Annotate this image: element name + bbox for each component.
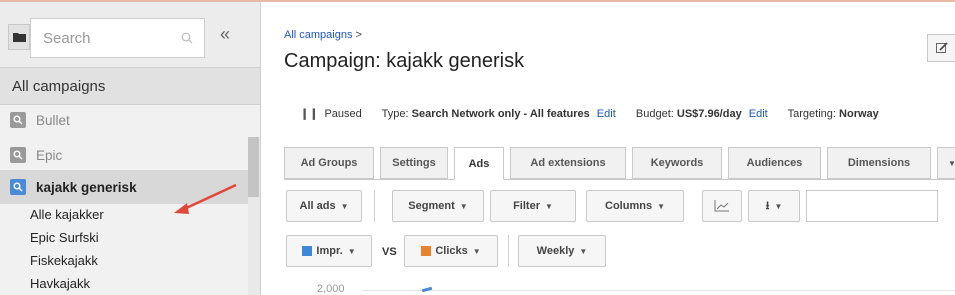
filter-dropdown[interactable]: Filter ▼ — [490, 190, 576, 222]
chart-y-tick: 2,000 — [317, 283, 345, 295]
search-icon[interactable] — [181, 31, 193, 49]
type-value: Search Network only - All features — [411, 108, 590, 120]
chevron-down-icon: ▼ — [774, 201, 783, 211]
all-ads-label: All ads — [299, 200, 336, 212]
page-title: Campaign: kajakk generisk — [284, 50, 524, 73]
campaign-label: kajakk generisk — [36, 179, 137, 195]
tab-settings[interactable]: Settings — [380, 147, 448, 179]
annotation-arrow-icon — [174, 183, 237, 214]
metric1-dropdown[interactable]: Impr. ▼ — [286, 235, 372, 267]
period-label: Weekly — [536, 245, 575, 257]
campaign-item-bullet[interactable]: Bullet — [0, 103, 248, 137]
breadcrumb: All campaigns > — [284, 29, 362, 41]
sidebar: « All campaigns Bullet Epic kajakk gener… — [0, 2, 261, 295]
vs-label: VS — [382, 246, 397, 258]
campaign-search-box[interactable] — [30, 18, 205, 58]
tab-audiences[interactable]: Audiences — [728, 147, 821, 179]
status-text[interactable]: Paused — [324, 108, 361, 120]
budget-edit-link[interactable]: Edit — [749, 108, 768, 120]
search-campaign-icon — [10, 147, 26, 163]
chevron-down-icon: ▼ — [579, 246, 588, 256]
campaign-item-epic[interactable]: Epic — [0, 138, 248, 172]
tab-ads[interactable]: Ads — [454, 147, 504, 180]
chevron-down-icon: ▼ — [347, 246, 356, 256]
metric2-dropdown[interactable]: Clicks ▼ — [404, 235, 498, 267]
segment-dropdown[interactable]: Segment ▼ — [392, 190, 484, 222]
tab-ad-groups[interactable]: Ad Groups — [284, 147, 374, 179]
ad-group-item[interactable]: Fiskekajakk — [30, 253, 98, 268]
tab-dimensions[interactable]: Dimensions — [827, 147, 931, 179]
tab-keywords[interactable]: Keywords — [632, 147, 722, 179]
download-icon: ⭳ — [765, 199, 770, 212]
tab-bar: Ad Groups Settings Ads Ad extensions Key… — [284, 147, 955, 180]
sidebar-header: « — [0, 2, 260, 67]
ad-group-item[interactable]: Epic Surfski — [30, 230, 99, 245]
search-campaign-icon — [10, 112, 26, 128]
pencil-icon — [936, 42, 948, 53]
tab-ad-extensions[interactable]: Ad extensions — [510, 147, 626, 179]
metric1-label: Impr. — [316, 245, 343, 257]
chevron-down-icon: ▼ — [544, 201, 553, 211]
period-dropdown[interactable]: Weekly ▼ — [518, 235, 606, 267]
ad-group-item[interactable]: Havkajakk — [30, 276, 90, 291]
more-tabs-button[interactable]: ▼ — [937, 147, 955, 179]
metric1-color-swatch — [302, 246, 313, 256]
type-label: Type: — [381, 108, 409, 120]
page-title-prefix: Campaign: — [284, 50, 381, 72]
all-ads-dropdown[interactable]: All ads ▼ — [286, 190, 362, 222]
chevron-down-icon: ▼ — [948, 158, 955, 168]
download-dropdown[interactable]: ⭳ ▼ — [748, 190, 800, 222]
columns-dropdown[interactable]: Columns ▼ — [586, 190, 684, 222]
breadcrumb-link-all-campaigns[interactable]: All campaigns — [284, 29, 352, 41]
folder-icon[interactable] — [8, 24, 30, 50]
collapse-sidebar-button[interactable]: « — [220, 24, 230, 45]
edit-campaign-button[interactable] — [927, 34, 955, 62]
budget-label: Budget: — [635, 108, 674, 120]
metric2-label: Clicks — [435, 245, 468, 257]
breadcrumb-separator: > — [355, 29, 362, 41]
campaign-info-bar: ❙❙ Paused Type: Search Network only - All… — [300, 107, 879, 120]
chart-gridline — [362, 290, 955, 291]
toolbar-divider — [508, 235, 509, 267]
budget-value: US$7.96/day — [676, 108, 742, 120]
campaign-search-input[interactable] — [43, 27, 163, 49]
targeting-value: Norway — [839, 108, 879, 120]
targeting-label: Targeting: — [787, 108, 836, 120]
ad-group-item[interactable]: Alle kajakker — [30, 207, 104, 222]
columns-label: Columns — [605, 200, 653, 212]
all-campaigns-item[interactable]: All campaigns — [0, 67, 260, 105]
campaign-label: Epic — [36, 147, 63, 163]
sidebar-scrollbar-thumb[interactable] — [248, 137, 259, 197]
chart-series-line — [421, 286, 433, 293]
chevron-down-icon: ▼ — [340, 201, 349, 211]
page-title-campaign-name: kajakk generisk — [386, 50, 525, 72]
paused-icon[interactable]: ❙❙ — [300, 108, 318, 120]
metric2-color-swatch — [421, 246, 432, 256]
chevron-down-icon: ▼ — [459, 201, 468, 211]
main-content: All campaigns > Campaign: kajakk generis… — [262, 2, 955, 295]
chevron-down-icon: ▼ — [657, 201, 665, 211]
search-campaign-icon — [10, 179, 26, 195]
line-chart-icon — [714, 200, 729, 212]
segment-label: Segment — [408, 200, 455, 212]
filter-label: Filter — [513, 200, 540, 212]
toggle-graph-button[interactable] — [702, 190, 742, 222]
type-edit-link[interactable]: Edit — [597, 108, 616, 120]
ads-search-input[interactable] — [806, 190, 938, 222]
campaign-label: Bullet — [36, 112, 70, 128]
chevron-down-icon: ▼ — [472, 246, 481, 256]
toolbar-divider — [374, 190, 375, 222]
